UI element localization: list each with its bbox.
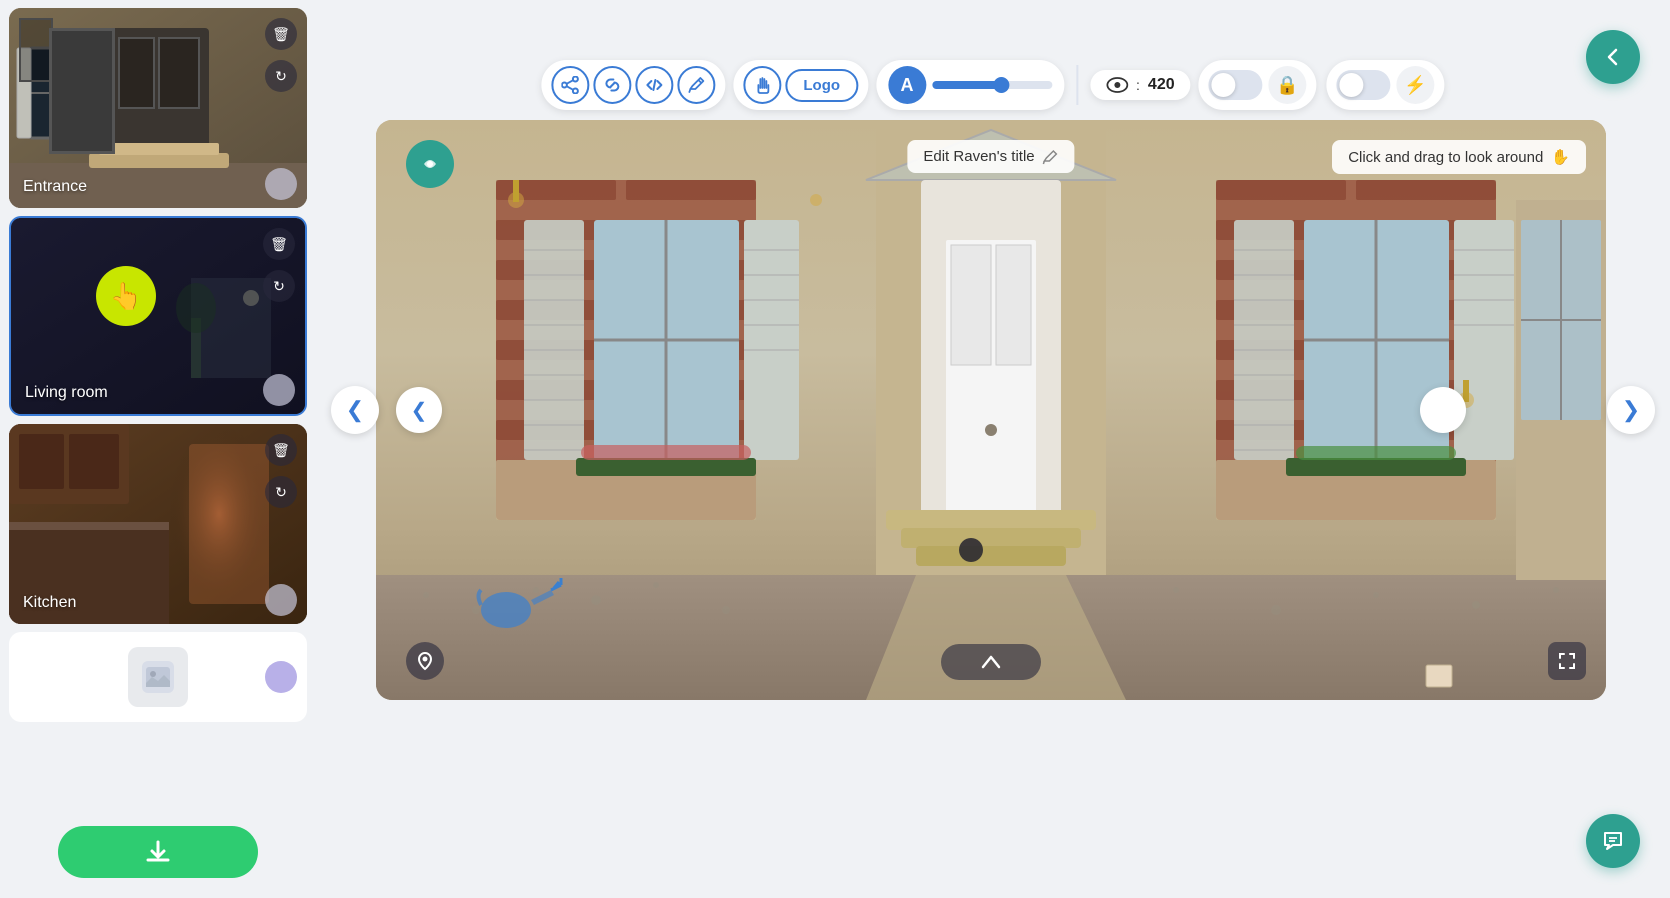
add-room-icon <box>128 647 188 707</box>
room-entrance-select[interactable] <box>265 168 297 200</box>
look-around-hint: Click and drag to look around ✋ <box>1332 140 1586 174</box>
toolbar-divider <box>1076 65 1078 105</box>
edit-title-pencil-icon <box>1043 149 1059 165</box>
pano-nav-left-icon: ❮ <box>411 398 428 423</box>
chat-button[interactable] <box>1586 814 1640 868</box>
chat-icon <box>1601 829 1625 853</box>
toolbar-font-group: A <box>876 60 1064 110</box>
add-room-card[interactable] <box>9 632 307 722</box>
room-entrance-label: Entrance <box>23 178 87 196</box>
toolbar-views-group: : 420 <box>1090 70 1191 100</box>
privacy-toggle-group: 🔒 <box>1199 60 1317 110</box>
code-icon <box>645 76 663 94</box>
room-card-kitchen[interactable]: Kitchen 🗑 ↻ <box>9 424 307 624</box>
share-icon <box>561 76 579 94</box>
views-count: 420 <box>1148 76 1175 94</box>
toolbar-logo-group: Logo <box>733 60 868 110</box>
pano-chevron-up[interactable] <box>941 644 1041 680</box>
main-area: Logo A : 420 🔒 <box>316 0 1670 898</box>
logo-label: Logo <box>803 77 840 94</box>
room-kitchen-delete[interactable]: 🗑 <box>265 434 297 466</box>
panorama-logo <box>406 140 454 188</box>
link-icon <box>603 76 621 94</box>
power-toggle-group: ⚡ <box>1327 60 1445 110</box>
room-kitchen-refresh[interactable]: ↻ <box>265 476 297 508</box>
hand-icon: ✋ <box>1551 148 1570 166</box>
toolbar-share-group <box>541 60 725 110</box>
privacy-toggle[interactable] <box>1209 70 1263 100</box>
panorama-viewer[interactable]: Edit Raven's title Click and drag to loo… <box>376 120 1606 700</box>
download-button[interactable] <box>58 826 258 878</box>
room-living-select[interactable] <box>263 374 295 406</box>
room-entrance-delete[interactable]: 🗑 <box>265 18 297 50</box>
add-room-circle <box>265 661 297 693</box>
toolbar: Logo A : 420 🔒 <box>541 60 1444 110</box>
outer-nav-right[interactable]: ❯ <box>1607 386 1655 434</box>
sidebar: Entrance 🗑 ↻ <box>0 0 316 898</box>
logo-button[interactable]: Logo <box>785 69 858 102</box>
room-kitchen-label: Kitchen <box>23 594 76 612</box>
eye-icon <box>1106 77 1128 93</box>
link-button[interactable] <box>593 66 631 104</box>
edit-title-bar[interactable]: Edit Raven's title <box>907 140 1074 173</box>
views-separator: : <box>1136 77 1140 93</box>
room-card-living[interactable]: 👆 Living room 🗑 ↻ <box>9 216 307 416</box>
pano-nav-right[interactable] <box>1420 387 1466 433</box>
edit-title-text: Edit Raven's title <box>923 148 1034 165</box>
room-entrance-refresh[interactable]: ↻ <box>265 60 297 92</box>
lightning-button[interactable]: ⚡ <box>1397 66 1435 104</box>
outer-nav-right-icon: ❯ <box>1622 397 1640 423</box>
room-kitchen-select[interactable] <box>265 584 297 616</box>
hotspot-cursor: 👆 <box>96 266 156 326</box>
room-living-delete[interactable]: 🗑 <box>263 228 295 260</box>
toolbar-toggle-group: 🔒 ⚡ <box>1199 60 1445 110</box>
download-icon <box>144 838 172 866</box>
pencil-icon <box>687 76 705 94</box>
power-toggle[interactable] <box>1337 70 1391 100</box>
code-button[interactable] <box>635 66 673 104</box>
chevron-up-icon <box>979 653 1003 671</box>
share-button[interactable] <box>551 66 589 104</box>
privacy-toggle-knob <box>1212 73 1236 97</box>
image-placeholder-icon <box>142 661 174 693</box>
back-arrow-icon <box>1601 45 1625 69</box>
lock-button[interactable]: 🔒 <box>1269 66 1307 104</box>
outer-nav-left-icon: ❮ <box>346 397 364 423</box>
hand-drag-icon <box>752 75 772 95</box>
font-size-slider[interactable] <box>932 81 1052 89</box>
room-living-label: Living room <box>25 384 108 402</box>
pano-nav-left[interactable]: ❮ <box>396 387 442 433</box>
back-button[interactable] <box>1586 30 1640 84</box>
drag-button[interactable] <box>743 66 781 104</box>
pano-fullscreen-button[interactable] <box>1548 642 1586 680</box>
house-facade: Edit Raven's title Click and drag to loo… <box>376 120 1606 700</box>
outer-nav-left[interactable]: ❮ <box>331 386 379 434</box>
location-icon <box>415 651 435 671</box>
expand-icon <box>1558 652 1576 670</box>
font-a-button[interactable]: A <box>888 66 926 104</box>
teal-logo-icon <box>416 150 444 178</box>
pano-location-button[interactable] <box>406 642 444 680</box>
room-card-entrance[interactable]: Entrance 🗑 ↻ <box>9 8 307 208</box>
power-toggle-knob <box>1340 73 1364 97</box>
look-around-text: Click and drag to look around <box>1348 149 1543 166</box>
edit-button[interactable] <box>677 66 715 104</box>
room-living-refresh[interactable]: ↻ <box>263 270 295 302</box>
